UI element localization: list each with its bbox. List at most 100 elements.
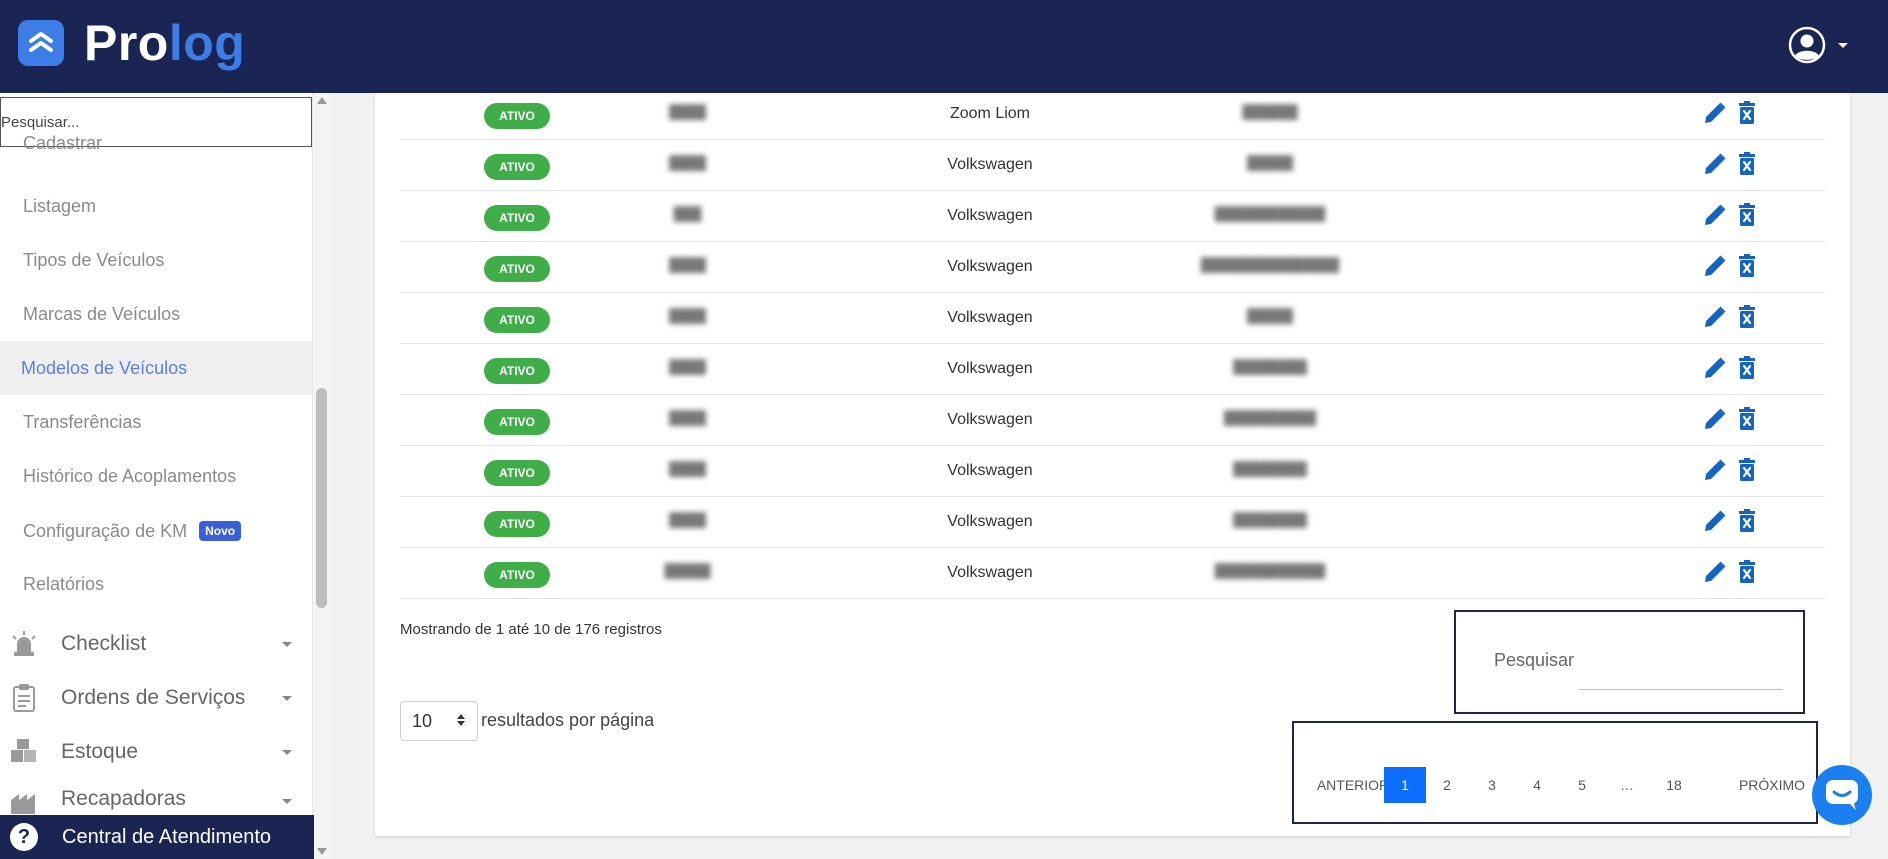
sidebar-group-recapadoras[interactable]: Recapadoras bbox=[0, 779, 312, 815]
pagination-page-5[interactable]: 5 bbox=[1567, 767, 1597, 803]
sidebar-item-label: Modelos de Veículos bbox=[21, 357, 188, 378]
sidebar-group-label: Estoque bbox=[61, 740, 139, 763]
prolog-logo[interactable]: Prolog bbox=[18, 18, 245, 68]
edit-pencil-icon[interactable] bbox=[1702, 253, 1728, 279]
brand-cell: Volkswagen bbox=[947, 156, 1033, 173]
delete-trash-icon[interactable] bbox=[1736, 151, 1758, 177]
sidebar-item-modelos-de-veiculos[interactable]: Modelos de Veículos bbox=[0, 341, 312, 395]
delete-trash-icon[interactable] bbox=[1736, 406, 1758, 432]
table-search-input[interactable] bbox=[1579, 689, 1783, 690]
delete-trash-icon[interactable] bbox=[1736, 100, 1758, 126]
status-badge: ATIVO bbox=[484, 562, 550, 588]
scroll-thumb[interactable] bbox=[316, 388, 327, 608]
vehicle-models-card: ATIVO ████ Zoom Liom ██████ ATIVO ████ Volkswa… bbox=[375, 93, 1850, 836]
edit-pencil-icon[interactable] bbox=[1702, 151, 1728, 177]
scroll-down-arrow-icon[interactable] bbox=[317, 848, 327, 855]
page-length-value: 10 bbox=[412, 710, 433, 731]
sidebar-group-checklist[interactable]: Checklist bbox=[0, 617, 312, 671]
central-de-atendimento-label: Central de Atendimento bbox=[62, 825, 272, 848]
delete-trash-icon[interactable] bbox=[1736, 202, 1758, 228]
pagination-page-2[interactable]: 2 bbox=[1432, 767, 1462, 803]
plate-cell: ████ bbox=[669, 512, 706, 527]
user-menu[interactable] bbox=[1788, 26, 1848, 64]
plate-cell: ████ bbox=[669, 104, 706, 119]
plate-cell: ████ bbox=[669, 257, 706, 272]
row-actions bbox=[1702, 457, 1758, 483]
sidebar-scrollbar[interactable] bbox=[312, 93, 330, 859]
pagination-page-1[interactable]: 1 bbox=[1384, 767, 1426, 803]
pagination-prev-button[interactable]: ANTERIOR bbox=[1317, 767, 1389, 803]
sidebar-item-tipos-de-veiculos[interactable]: Tipos de Veículos bbox=[0, 233, 312, 287]
table-row: ATIVO ████ Zoom Liom ██████ bbox=[400, 93, 1825, 140]
plate-cell: ████ bbox=[669, 359, 706, 374]
edit-pencil-icon[interactable] bbox=[1702, 202, 1728, 228]
row-actions bbox=[1702, 559, 1758, 585]
table-row: ATIVO █████ Volkswagen ████████████ bbox=[400, 548, 1825, 599]
table-row: ATIVO ████ Volkswagen ███████████████ bbox=[400, 242, 1825, 293]
model-cell: ████████████ bbox=[1214, 563, 1326, 578]
brand-cell: Volkswagen bbox=[947, 513, 1033, 530]
sidebar-group-ordens-de-servicos[interactable]: Ordens de Serviços bbox=[0, 671, 312, 725]
model-cell: ████████ bbox=[1233, 359, 1307, 374]
model-cell: ███████████████ bbox=[1200, 257, 1340, 272]
model-cell: ████████████ bbox=[1214, 206, 1326, 221]
logo-text: Prolog bbox=[84, 15, 246, 71]
delete-trash-icon[interactable] bbox=[1736, 304, 1758, 330]
table-row: ATIVO ████ Volkswagen ████████ bbox=[400, 446, 1825, 497]
edit-pencil-icon[interactable] bbox=[1702, 457, 1728, 483]
sidebar-item-listagem[interactable]: Listagem bbox=[0, 179, 312, 233]
status-badge: ATIVO bbox=[484, 103, 550, 129]
delete-trash-icon[interactable] bbox=[1736, 559, 1758, 585]
sidebar-item-label: Configuração de KM bbox=[23, 520, 188, 541]
edit-pencil-icon[interactable] bbox=[1702, 304, 1728, 330]
pagination-next-button[interactable]: PRÓXIMO bbox=[1739, 767, 1805, 803]
delete-trash-icon[interactable] bbox=[1736, 253, 1758, 279]
logo-mark-icon bbox=[18, 20, 64, 66]
chevron-down-icon bbox=[282, 799, 292, 804]
edit-pencil-icon[interactable] bbox=[1702, 559, 1728, 585]
pagination-page-4[interactable]: 4 bbox=[1522, 767, 1552, 803]
edit-pencil-icon[interactable] bbox=[1702, 100, 1728, 126]
sidebar-item-label: Histórico de Acoplamentos bbox=[23, 465, 237, 486]
sidebar-item-configuracao-de-km[interactable]: Configuração de KM Novo bbox=[0, 504, 312, 558]
row-actions bbox=[1702, 508, 1758, 534]
pagination-page-3[interactable]: 3 bbox=[1477, 767, 1507, 803]
pagination-ellipsis: … bbox=[1620, 777, 1634, 793]
delete-trash-icon[interactable] bbox=[1736, 457, 1758, 483]
delete-trash-icon[interactable] bbox=[1736, 508, 1758, 534]
sidebar-group-estoque[interactable]: Estoque bbox=[0, 725, 312, 779]
top-header: Prolog bbox=[0, 0, 1888, 93]
sidebar-item-relatorios[interactable]: Relatórios bbox=[0, 557, 312, 611]
status-badge: ATIVO bbox=[484, 409, 550, 435]
scroll-up-arrow-icon[interactable] bbox=[317, 97, 327, 104]
page-length-select[interactable]: 10 bbox=[400, 701, 478, 741]
sidebar-item-marcas-de-veiculos[interactable]: Marcas de Veículos bbox=[0, 287, 312, 341]
edit-pencil-icon[interactable] bbox=[1702, 508, 1728, 534]
chat-bubble-icon bbox=[1826, 780, 1858, 810]
table-row: ATIVO ████ Volkswagen ██████████ bbox=[400, 395, 1825, 446]
sidebar-item-label: Transferências bbox=[23, 411, 142, 432]
delete-trash-icon[interactable] bbox=[1736, 355, 1758, 381]
row-actions bbox=[1702, 406, 1758, 432]
edit-pencil-icon[interactable] bbox=[1702, 406, 1728, 432]
chat-widget-button[interactable] bbox=[1812, 765, 1872, 825]
chevron-down-icon bbox=[282, 749, 292, 755]
status-badge: ATIVO bbox=[484, 511, 550, 537]
table-row: ATIVO ████ Volkswagen ████████ bbox=[400, 344, 1825, 395]
edit-pencil-icon[interactable] bbox=[1702, 355, 1728, 381]
central-de-atendimento-button[interactable]: ? Central de Atendimento bbox=[0, 815, 314, 859]
plate-cell: ███ bbox=[673, 206, 702, 221]
brand-cell: Volkswagen bbox=[947, 564, 1033, 581]
sidebar-item-historico-de-acoplamentos[interactable]: Histórico de Acoplamentos bbox=[0, 449, 312, 503]
sidebar-item-transferencias[interactable]: Transferências bbox=[0, 395, 312, 449]
model-cell: █████ bbox=[1246, 155, 1294, 170]
plate-cell: ████ bbox=[669, 410, 706, 425]
row-actions bbox=[1702, 355, 1758, 381]
status-badge: ATIVO bbox=[484, 460, 550, 486]
pagination-page-18[interactable]: 18 bbox=[1654, 767, 1694, 803]
sidebar-item-cadastrar[interactable]: Cadastrar bbox=[0, 133, 312, 167]
clipboard-icon bbox=[9, 683, 39, 713]
user-avatar-icon bbox=[1788, 26, 1826, 64]
model-cell: █████ bbox=[1246, 308, 1294, 323]
brand-cell: Volkswagen bbox=[947, 309, 1033, 326]
